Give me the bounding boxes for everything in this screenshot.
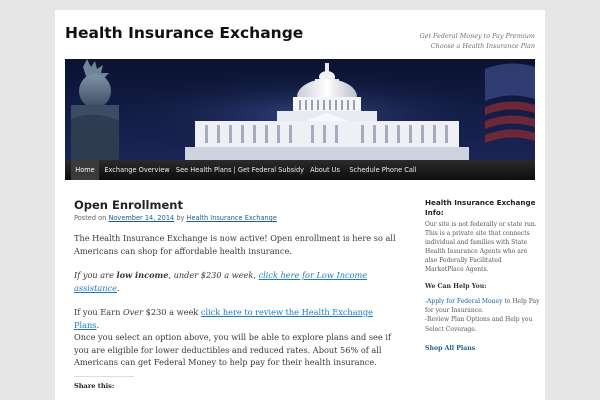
sidebar-help-item-review: -Review Plan Options and Help you Select… (425, 316, 533, 333)
earn-over-mid: $230 a week (143, 307, 201, 317)
nav-item-about-us[interactable]: About Us (308, 160, 342, 180)
share-this-label: Share this: (74, 382, 115, 390)
posted-on-label: Posted on (74, 214, 109, 222)
sidebar-info-title: Health Insurance Exchange Info: (425, 198, 536, 217)
apply-federal-money-link[interactable]: -Apply for Federal Money (425, 298, 502, 305)
tagline-line-2: Choose a Health Insurance Plan (430, 42, 535, 50)
sidebar-help-item-apply: -Apply for Federal Money to Help Pay for… (425, 297, 540, 315)
site-tagline: Get Federal Money to Pay Premium Choose … (395, 31, 535, 51)
tagline-line-1: Get Federal Money to Pay Premium (419, 32, 535, 40)
sidebar-help-title: We Can Help You: (425, 283, 487, 290)
sidebar-help-list: -Apply for Federal Money to Help Pay for… (425, 297, 540, 334)
site-title[interactable]: Health Insurance Exchange (65, 24, 303, 42)
post-paragraph-earn-over: If you Earn Over $230 a week click here … (74, 306, 399, 331)
by-label: by (174, 214, 187, 222)
nav-item-home[interactable]: Home (71, 160, 99, 180)
post-author-link[interactable]: Health Insurance Exchange (187, 214, 277, 222)
capitol-banner-illustration (65, 59, 535, 160)
earn-over-suffix: . (96, 319, 100, 330)
low-income-mid: , under $230 a week, (168, 270, 259, 280)
nav-item-schedule-phone-call[interactable]: Schedule Phone Call (346, 160, 420, 180)
earn-over-prefix: If you Earn (74, 307, 123, 317)
low-income-suffix: . (116, 282, 120, 293)
shop-all-plans-link[interactable]: Shop All Plans (425, 345, 540, 352)
sidebar: Health Insurance Exchange Info: Our site… (425, 198, 540, 352)
post-title[interactable]: Open Enrollment (74, 198, 183, 212)
nav-item-see-health-plans[interactable]: See Health Plans | Get Federal Subsidy (175, 160, 305, 180)
low-income-prefix: If you are (74, 270, 117, 280)
header-banner-image[interactable] (65, 59, 535, 160)
post-paragraph-low-income: If you are low income, under $230 a week… (74, 269, 399, 294)
main-navigation: Home Exchange Overview See Health Plans … (65, 160, 535, 180)
low-income-bold: low income (116, 270, 169, 280)
sidebar-info-text: Our site is not federally or state run. … (425, 221, 537, 273)
share-divider (74, 376, 134, 377)
post-paragraph-intro: The Health Insurance Exchange is now act… (74, 233, 396, 256)
post-date-link[interactable]: November 14, 2014 (108, 214, 174, 222)
nav-item-exchange-overview[interactable]: Exchange Overview (103, 160, 171, 180)
post-meta: Posted on November 14, 2014 by Health In… (74, 214, 277, 222)
post-paragraph-explore: Once you select an option above, you wil… (74, 332, 391, 367)
page-container: Health Insurance Exchange Get Federal Mo… (55, 10, 545, 400)
earn-over-word: Over (122, 307, 144, 317)
